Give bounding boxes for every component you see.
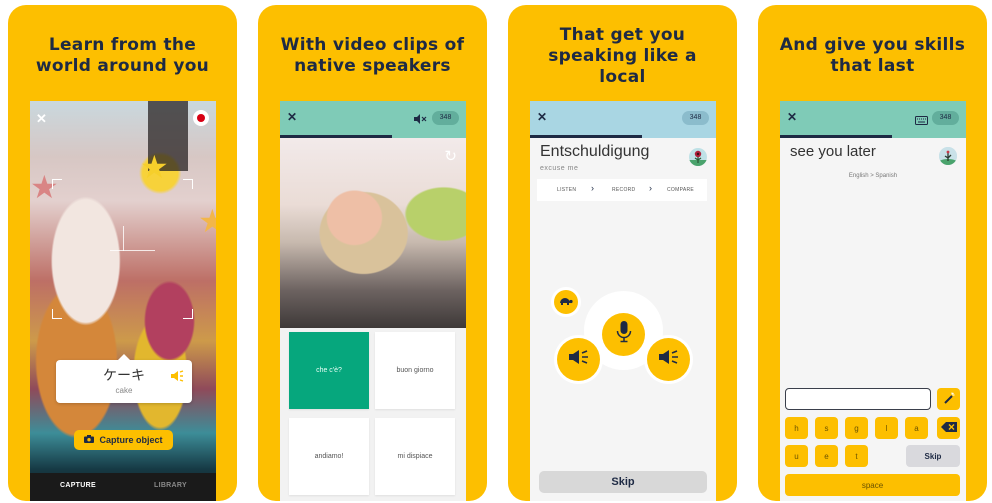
letter-key[interactable]: t	[845, 445, 868, 467]
promo-panel-speaking: That get you speaking like a local ✕ 348…	[508, 5, 737, 501]
letter-key[interactable]: s	[815, 417, 838, 439]
letter-key[interactable]: h	[785, 417, 808, 439]
video-quiz-screen: ✕ 348 ↻ che c'è? buon giorno andiamo! mi…	[280, 101, 466, 501]
app-header: ✕ 348	[780, 101, 966, 135]
promo-panel-video: With video clips of native speakers ✕ 34…	[258, 5, 487, 501]
skip-button[interactable]: Skip	[539, 471, 707, 493]
video-clip[interactable]: ↻	[280, 138, 466, 328]
word-translation: excuse me	[540, 165, 579, 172]
close-icon[interactable]: ✕	[287, 110, 297, 124]
play-recording-button[interactable]	[647, 338, 690, 381]
progress-bar	[530, 135, 642, 138]
step-record: RECORD	[612, 187, 636, 193]
viewfinder-corner	[52, 309, 62, 319]
backspace-key[interactable]	[937, 417, 960, 439]
panel-headline: And give you skills that last	[758, 35, 987, 77]
play-native-button[interactable]	[557, 338, 600, 381]
letter-key[interactable]: l	[875, 417, 898, 439]
answer-option[interactable]: che c'è?	[289, 332, 369, 409]
hint-button[interactable]	[937, 388, 960, 410]
magic-wand-icon	[943, 392, 955, 406]
record-button[interactable]	[602, 313, 645, 356]
headline-line: local	[599, 67, 646, 87]
letter-key[interactable]: a	[905, 417, 928, 439]
headline-line: speaking like a	[548, 46, 697, 66]
camera-tab-bar: CAPTURE LIBRARY	[30, 473, 216, 501]
step-listen: LISTEN	[557, 187, 577, 193]
panel-headline: That get you speaking like a local	[508, 25, 737, 88]
target-word: Entschuldigung	[540, 143, 650, 160]
crosshair	[110, 250, 155, 251]
answer-option[interactable]: mi dispiace	[375, 418, 455, 495]
tab-capture[interactable]: CAPTURE	[60, 482, 96, 489]
letter-key[interactable]: g	[845, 417, 868, 439]
answer-option[interactable]: buon giorno	[375, 332, 455, 409]
app-header: ✕ 348	[280, 101, 466, 135]
skip-button[interactable]: Skip	[906, 445, 960, 467]
headline-line: world around you	[35, 56, 210, 76]
viewfinder-corner	[183, 309, 193, 319]
turtle-icon	[559, 293, 573, 311]
keyboard-icon[interactable]	[915, 112, 928, 130]
chevron-right-icon: ›	[649, 183, 652, 193]
speaker-icon[interactable]	[170, 369, 184, 387]
headline-line: that last	[830, 56, 915, 76]
step-compare: COMPARE	[667, 187, 695, 193]
promo-panel-capture: Learn from the world around you ★ ★ ★ ✕ …	[8, 5, 237, 501]
letter-key[interactable]: u	[785, 445, 808, 467]
camera-icon	[84, 435, 95, 445]
backspace-icon	[940, 422, 957, 434]
object-translation: cake	[115, 386, 133, 395]
panel-headline: Learn from the world around you	[8, 35, 237, 77]
tab-library[interactable]: LIBRARY	[154, 482, 187, 489]
speaker-icon	[568, 349, 590, 370]
microphone-icon	[616, 321, 632, 348]
answer-options: che c'è? buon giorno andiamo! mi dispiac…	[280, 328, 466, 501]
viewfinder-corner	[183, 179, 193, 189]
points-badge: 348	[432, 111, 459, 125]
space-key[interactable]: space	[785, 474, 960, 496]
record-icon[interactable]	[193, 110, 209, 126]
replay-icon[interactable]: ↻	[444, 147, 457, 165]
camera-screen: ★ ★ ★ ✕ ケーキ cake Capture object CAPTURE …	[30, 101, 216, 501]
mute-icon[interactable]	[414, 111, 428, 129]
close-icon[interactable]: ✕	[36, 111, 47, 127]
chevron-right-icon: ›	[591, 183, 594, 193]
typing-screen: ✕ 348 see you later English > Spanish h …	[780, 101, 966, 501]
answer-option[interactable]: andiamo!	[289, 418, 369, 495]
headline-line: That get you	[559, 25, 686, 45]
capture-object-label: Capture object	[99, 435, 163, 445]
crosshair	[123, 226, 124, 251]
capture-object-button[interactable]: Capture object	[74, 430, 173, 450]
headline-line: And give you skills	[779, 35, 966, 55]
headline-line: native speakers	[294, 56, 451, 76]
object-label-card: ケーキ cake	[56, 354, 192, 403]
prompt-phrase: see you later	[790, 143, 876, 160]
letter-key[interactable]: e	[815, 445, 838, 467]
step-indicator: LISTEN › RECORD › COMPARE	[537, 179, 707, 201]
headline-line: With video clips of	[280, 35, 465, 55]
speaker-icon	[658, 349, 680, 370]
close-icon[interactable]: ✕	[537, 110, 547, 124]
star-decoration: ★	[198, 203, 216, 239]
plant-avatar-icon	[939, 147, 957, 165]
answer-input[interactable]	[785, 388, 931, 410]
promo-panel-typing: And give you skills that last ✕ 348 see …	[758, 5, 987, 501]
panel-headline: With video clips of native speakers	[258, 35, 487, 77]
language-direction: English > Spanish	[848, 173, 898, 179]
flower-avatar-icon	[689, 148, 707, 166]
close-icon[interactable]: ✕	[787, 110, 797, 124]
points-badge: 348	[682, 111, 709, 125]
slow-playback-button[interactable]	[554, 290, 578, 314]
points-badge: 348	[932, 111, 959, 125]
viewfinder-corner	[52, 179, 62, 189]
progress-bar	[780, 135, 892, 138]
headline-line: Learn from the	[48, 35, 197, 55]
speaking-screen: ✕ 348 Entschuldigung excuse me LISTEN › …	[530, 101, 716, 501]
star-decoration: ★	[140, 149, 169, 185]
app-header: ✕ 348	[530, 101, 716, 135]
